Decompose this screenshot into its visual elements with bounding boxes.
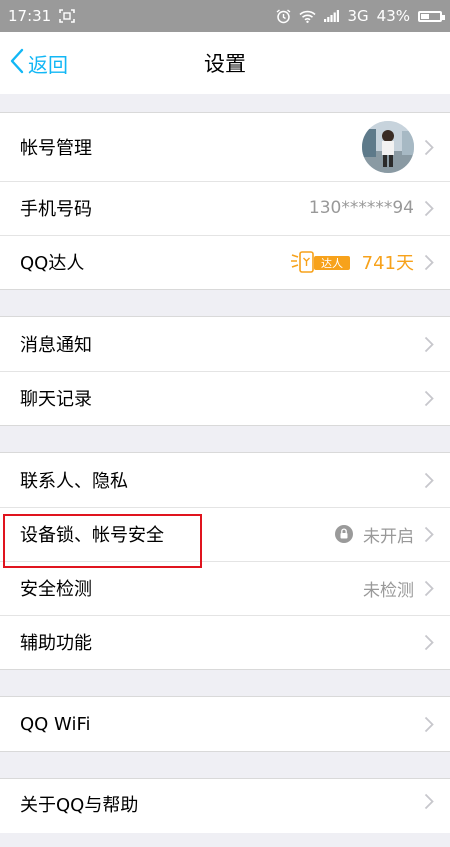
lock-icon <box>335 525 353 543</box>
settings-group-messages: 消息通知 聊天记录 <box>0 316 450 426</box>
row-label: 设备锁、帐号安全 <box>20 525 164 546</box>
alarm-icon <box>276 8 291 24</box>
settings-group-privacy: 联系人、隐私 设备锁、帐号安全 未开启 安全检测 未检测 辅助功能 <box>0 452 450 670</box>
chevron-right-icon <box>424 526 434 543</box>
row-label: 手机号码 <box>20 199 92 220</box>
row-label: 聊天记录 <box>20 389 92 410</box>
battery-icon <box>418 10 445 22</box>
status-time: 17:31 <box>8 7 52 25</box>
chevron-right-icon <box>424 254 434 271</box>
network-type: 3G <box>347 7 369 25</box>
chevron-right-icon <box>424 390 434 407</box>
chevron-right-icon <box>424 200 434 217</box>
settings-group-wifi: QQ WiFi <box>0 696 450 752</box>
daren-days-value: 741天 <box>361 253 414 274</box>
settings-group-about: 关于QQ与帮助 <box>0 778 450 833</box>
qq-daren-row[interactable]: QQ达人 达人 741天 <box>0 235 450 289</box>
row-label: 辅助功能 <box>20 633 92 654</box>
daren-badge-text: 达人 <box>321 257 343 270</box>
about-help-row[interactable]: 关于QQ与帮助 <box>0 779 450 833</box>
row-label: QQ WiFi <box>20 713 91 735</box>
chevron-right-icon <box>424 793 434 810</box>
signal-icon <box>324 10 340 22</box>
phone-number-value: 130******94 <box>308 198 414 218</box>
qq-wifi-row[interactable]: QQ WiFi <box>0 697 450 751</box>
chevron-right-icon <box>424 716 434 733</box>
device-lock-security-row[interactable]: 设备锁、帐号安全 未开启 <box>0 507 450 561</box>
chevron-right-icon <box>424 336 434 353</box>
message-notification-row[interactable]: 消息通知 <box>0 317 450 371</box>
chevron-right-icon <box>424 634 434 651</box>
wifi-icon <box>299 10 317 23</box>
chevron-right-icon <box>424 580 434 597</box>
contacts-privacy-row[interactable]: 联系人、隐私 <box>0 453 450 507</box>
page-title: 设置 <box>204 52 246 76</box>
accessibility-row[interactable]: 辅助功能 <box>0 615 450 669</box>
chevron-right-icon <box>424 139 434 156</box>
row-label: 联系人、隐私 <box>20 471 128 492</box>
battery-percent: 43% <box>376 7 410 25</box>
chat-history-row[interactable]: 聊天记录 <box>0 371 450 425</box>
back-button[interactable]: 返回 <box>10 32 68 94</box>
row-label: 安全检测 <box>20 579 92 600</box>
row-label: 消息通知 <box>20 335 92 356</box>
back-label: 返回 <box>28 52 68 77</box>
avatar <box>362 121 414 173</box>
status-bar: 17:31 3G 43% <box>0 0 450 32</box>
phone-number-row[interactable]: 手机号码 130******94 <box>0 181 450 235</box>
nav-bar: 返回 设置 <box>0 32 450 94</box>
security-check-status: 未检测 <box>363 580 414 601</box>
device-lock-status: 未开启 <box>363 526 414 547</box>
account-management-row[interactable]: 帐号管理 <box>0 113 450 181</box>
security-check-row[interactable]: 安全检测 未检测 <box>0 561 450 615</box>
daren-badge-icon: 达人 <box>290 249 352 275</box>
row-label: 关于QQ与帮助 <box>20 795 139 816</box>
screenshot-icon <box>59 9 76 23</box>
row-label: 帐号管理 <box>20 138 92 159</box>
settings-group-account: 帐号管理 手机号码 130******94 QQ达人 达人 741天 <box>0 112 450 290</box>
chevron-right-icon <box>424 472 434 489</box>
back-chevron-icon <box>10 48 24 79</box>
row-label: QQ达人 <box>20 253 85 274</box>
